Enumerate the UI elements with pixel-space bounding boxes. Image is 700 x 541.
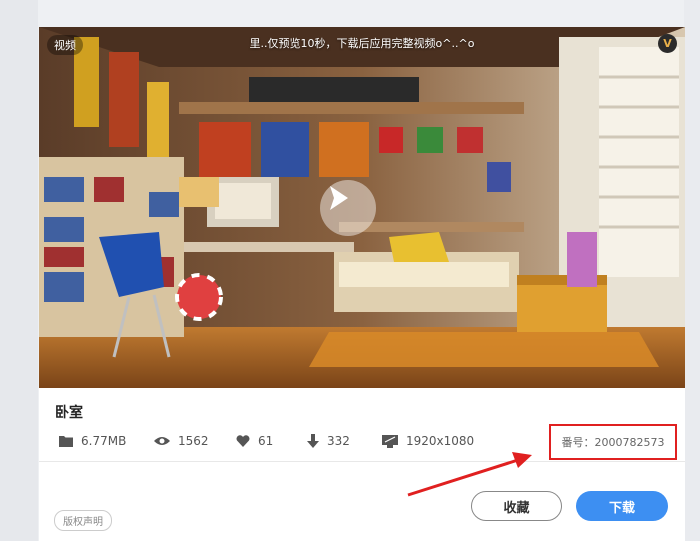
video-title: 卧室 [55,405,83,421]
views-stat: 1562 [154,432,209,450]
likes-value: 61 [258,434,274,448]
serial-number-highlight: 番号：2000782573 [549,424,677,460]
heart-icon [236,435,250,447]
resolution-value: 1920x1080 [406,434,475,448]
page-background-right [684,0,700,541]
play-icon [330,186,348,210]
preview-notice: 里..仅预览10秒，下载后应用完整视频o^..^o [249,37,475,50]
copyright-link[interactable]: 版权声明 [54,510,112,531]
video-preview[interactable]: 视频 里..仅预览10秒，下载后应用完整视频o^..^o V [39,27,685,388]
file-size-stat: 6.77MB [59,432,126,450]
serial-number: 番号：2000782573 [561,436,665,449]
play-button[interactable] [320,180,376,236]
views-value: 1562 [178,434,209,448]
file-size-value: 6.77MB [81,434,127,448]
downloads-value: 332 [327,434,350,448]
folder-icon [59,436,73,447]
vip-icon: V [658,34,677,53]
download-button[interactable]: 下载 [576,491,668,521]
downloads-stat: 332 [307,432,350,450]
eye-icon [154,437,170,445]
resolution-stat: 1920x1080 [382,432,474,450]
download-arrow-icon [307,434,319,448]
video-detail-card: 视频 里..仅预览10秒，下载后应用完整视频o^..^o V 卧室 6.77MB… [39,27,685,541]
favorite-button[interactable]: 收藏 [471,491,562,521]
divider [39,461,685,462]
monitor-icon [382,434,398,448]
page-background-left [0,0,38,541]
likes-stat: 61 [236,432,273,450]
